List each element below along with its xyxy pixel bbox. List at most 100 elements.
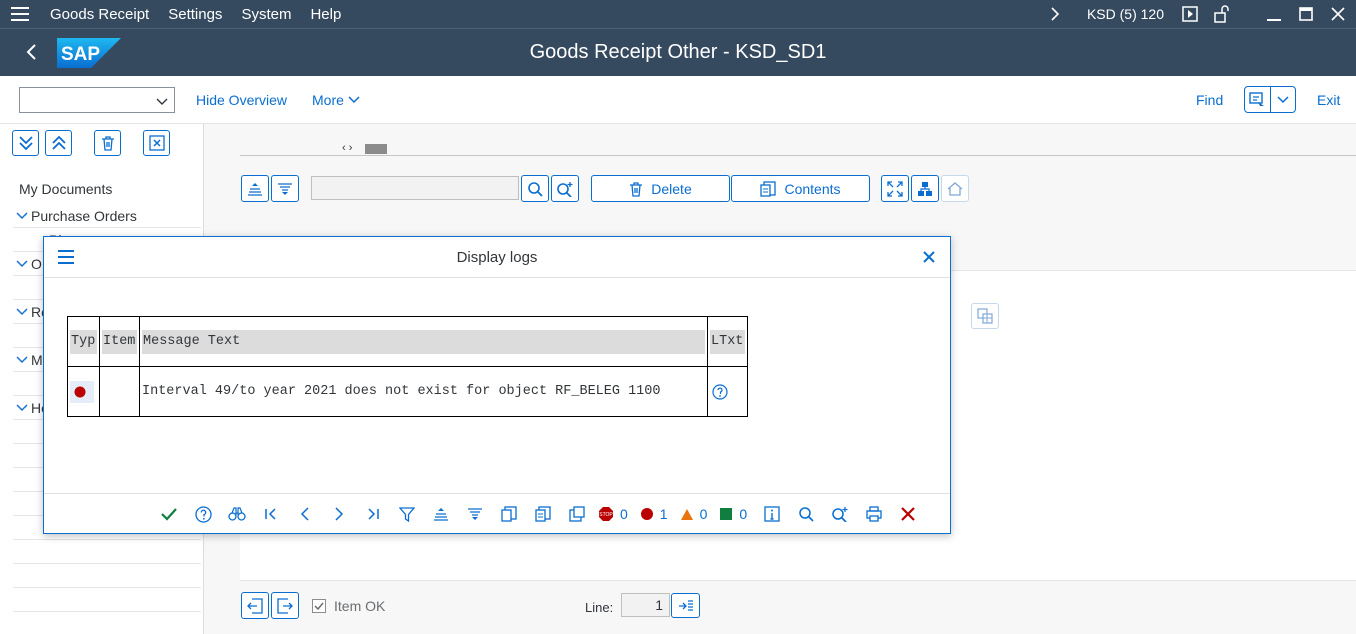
more-button[interactable]: More [312, 92, 360, 108]
close-window-icon[interactable] [1326, 2, 1350, 26]
close-icon[interactable] [922, 250, 936, 267]
stop-count[interactable]: STOP 0 [598, 506, 628, 522]
expand-all-button[interactable] [12, 130, 39, 156]
customize-layout-button[interactable] [1244, 86, 1296, 113]
success-count[interactable]: 0 [719, 506, 747, 522]
minimize-icon[interactable] [1262, 2, 1286, 26]
dialog-title: Display logs [456, 249, 538, 266]
chevron-down-icon[interactable] [13, 260, 31, 268]
info-icon[interactable] [755, 503, 789, 525]
scroll-thumb[interactable] [365, 144, 387, 154]
scroll-arrows-icon[interactable]: ‹ › [342, 142, 352, 154]
menu-settings[interactable]: Settings [168, 6, 222, 23]
search-next-button[interactable] [551, 175, 579, 202]
cancel-icon[interactable] [891, 503, 925, 525]
chevron-down-icon[interactable] [156, 94, 168, 110]
menu-system[interactable]: System [241, 6, 291, 23]
delete-button[interactable]: Delete [591, 175, 730, 202]
column-header-label: Message Text [142, 329, 705, 354]
find-button[interactable]: Find [1196, 92, 1223, 108]
double-chevron-down-icon [18, 136, 33, 151]
tree-node-label: M [31, 351, 43, 368]
copy-all-icon[interactable] [526, 503, 560, 525]
contents-button-label: Contents [784, 180, 841, 197]
fullscreen-button[interactable] [881, 175, 909, 202]
menu-goods-receipt[interactable]: Goods Receipt [50, 6, 149, 23]
hide-overview-button[interactable]: Hide Overview [196, 92, 287, 108]
search-input[interactable] [311, 176, 519, 200]
dialog-footer-toolbar: STOP 0 1 0 0 [44, 493, 950, 533]
maximize-icon[interactable] [1294, 2, 1318, 26]
customize-layout-icon[interactable] [1245, 87, 1271, 112]
copy-icon[interactable] [492, 503, 526, 525]
sort-ascending-button[interactable] [241, 175, 269, 202]
table-settings-button[interactable] [971, 303, 999, 329]
print-icon[interactable] [857, 503, 891, 525]
trash-icon [630, 181, 643, 197]
paste-icon[interactable] [560, 503, 594, 525]
search-icon[interactable] [789, 503, 823, 525]
next-item-icon [277, 597, 293, 614]
play-icon[interactable] [1178, 2, 1202, 26]
menu-help[interactable]: Help [310, 6, 341, 23]
close-box-icon [148, 135, 165, 151]
warning-count[interactable]: 0 [680, 506, 707, 522]
column-header-message[interactable]: Message Text [139, 316, 708, 367]
line-input[interactable]: 1 [621, 593, 670, 617]
chevron-down-icon[interactable] [13, 404, 31, 412]
previous-page-icon[interactable] [288, 503, 322, 525]
go-to-line-button[interactable] [671, 593, 700, 618]
long-text-cell[interactable] [707, 366, 748, 417]
success-square-icon [720, 508, 733, 520]
sort-ascending-icon[interactable] [424, 503, 458, 525]
chevron-right-icon[interactable] [1043, 2, 1067, 26]
chevron-down-icon[interactable] [13, 356, 31, 364]
item-ok-checkbox[interactable] [312, 599, 326, 613]
unlock-icon[interactable] [1210, 2, 1234, 26]
error-status-icon [70, 380, 94, 403]
item-ok-label: Item OK [334, 598, 386, 614]
column-header-ltxt[interactable]: LTxt [707, 316, 748, 367]
help-icon[interactable] [186, 503, 220, 525]
contents-button[interactable]: Contents [731, 175, 870, 202]
chevron-down-icon[interactable] [1271, 87, 1296, 112]
help-icon[interactable] [710, 383, 745, 400]
error-count[interactable]: 1 [640, 506, 668, 522]
column-scroll-ruler: ‹ › [240, 142, 1356, 156]
exit-button[interactable]: Exit [1317, 92, 1340, 108]
filter-icon[interactable] [390, 503, 424, 525]
sort-descending-button[interactable] [271, 175, 299, 202]
next-item-button[interactable] [271, 592, 299, 619]
collapse-all-button[interactable] [45, 130, 72, 156]
sort-descending-icon[interactable] [458, 503, 492, 525]
search-button[interactable] [521, 175, 549, 202]
command-field[interactable] [19, 87, 175, 113]
binoculars-icon[interactable] [220, 503, 254, 525]
first-page-icon[interactable] [254, 503, 288, 525]
double-chevron-up-icon [51, 135, 66, 150]
hierarchy-button[interactable] [911, 175, 939, 202]
display-logs-dialog: Display logs Typ Item Message Text LTxt … [43, 236, 951, 534]
column-header-typ[interactable]: Typ [67, 316, 100, 367]
chevron-down-icon[interactable] [13, 308, 31, 316]
close-panel-button[interactable] [143, 130, 170, 156]
search-next-icon[interactable] [823, 503, 857, 525]
hamburger-menu-icon[interactable] [0, 0, 40, 28]
column-header-item[interactable]: Item [99, 316, 140, 367]
home-button[interactable] [941, 175, 969, 202]
next-page-icon[interactable] [322, 503, 356, 525]
confirm-checkmark-icon[interactable] [152, 503, 186, 525]
log-table: Typ Item Message Text LTxt Interval 49/t… [67, 316, 748, 417]
previous-item-button[interactable] [241, 592, 269, 619]
chevron-down-icon[interactable] [13, 212, 31, 220]
table-row[interactable]: Interval 49/to year 2021 does not exist … [67, 366, 748, 417]
column-header-label: LTxt [710, 329, 745, 354]
delete-document-button[interactable] [94, 130, 121, 156]
type-cell[interactable] [67, 366, 100, 417]
tree-row-empty [13, 564, 201, 588]
item-ok-checkbox-group: Item OK [312, 598, 385, 614]
go-to-line-icon [678, 599, 693, 611]
search-icon [528, 181, 543, 197]
tree-node-purchase-orders[interactable]: Purchase Orders [13, 204, 201, 228]
last-page-icon[interactable] [356, 503, 390, 525]
